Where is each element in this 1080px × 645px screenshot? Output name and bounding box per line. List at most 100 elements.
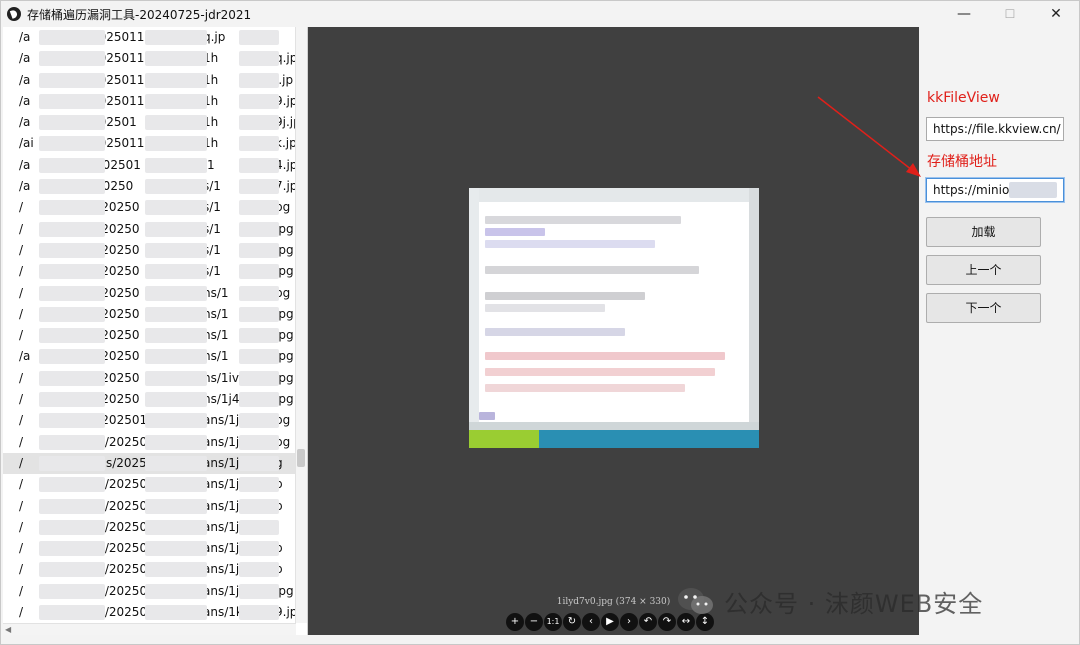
redaction-blur [145, 562, 207, 578]
file-list-item[interactable]: /a 2025011 1h 9.jp [3, 91, 307, 112]
redaction-blur [39, 413, 105, 429]
file-path-segment: /a [19, 93, 31, 108]
redaction-blur [39, 519, 105, 535]
redaction-blur [239, 136, 279, 152]
file-list-item[interactable]: / ns/2025011 ans/1ju [3, 517, 307, 538]
maximize-button[interactable]: ☐ [987, 1, 1033, 27]
file-list-item[interactable]: / s/20250 s/1 jpg [3, 240, 307, 261]
file-list-item[interactable]: /a s/20250 ns/1 jpg [3, 346, 307, 367]
redaction-blur [239, 455, 279, 471]
file-list-item[interactable]: / ns/2025011 ans/1jx jpg [3, 581, 307, 602]
bucket-url-input[interactable]: https://minio- [926, 178, 1064, 202]
settings-panel: kkFileView https://file.kkview.cn/ 存储桶地址… [919, 27, 1079, 635]
wechat-icon [678, 588, 713, 614]
file-list-item[interactable]: / ns/202501 ans/1jfu pg [3, 432, 307, 453]
horizontal-scrollbar[interactable]: ◀ [3, 623, 296, 635]
app-logo-icon [7, 7, 21, 21]
vertical-scrollbar[interactable] [295, 27, 307, 623]
watermark: 公众号 · 沫颜WEB安全 [676, 583, 983, 619]
file-path-segment: / [19, 498, 24, 513]
minimize-button[interactable]: — [941, 1, 987, 27]
redaction-blur [145, 519, 207, 535]
next-button[interactable]: 下一个 [926, 293, 1041, 323]
redaction-blur [39, 455, 105, 471]
file-list-item[interactable]: / s/20250 s/1 pg [3, 197, 307, 218]
file-list-item[interactable]: / s/20250 ns/1j4 jpg [3, 389, 307, 410]
redaction-blur [145, 413, 207, 429]
redaction-blur [239, 328, 279, 344]
file-list-item[interactable]: /a 202501 1h 9j.jp [3, 112, 307, 133]
redaction-blur [239, 93, 279, 109]
redaction-blur [145, 200, 207, 216]
title-bar[interactable]: 存储桶遍历漏洞工具-20240725-jdr2021 — ☐ ✕ [1, 1, 1079, 27]
file-path-segment: / [19, 370, 24, 385]
redaction-blur [39, 370, 105, 386]
redaction-blur [145, 583, 207, 599]
file-path-segment: ns/1iv [203, 370, 239, 385]
file-list-item[interactable]: /a 2025011 1h j.jp [3, 70, 307, 91]
file-list-item[interactable]: /ns/2025011ans/1jrvp [3, 496, 307, 517]
file-path-segment: / [19, 221, 24, 236]
play-icon[interactable]: ▶ [601, 613, 619, 631]
image-viewer[interactable]: 1ilyd7v0.jpg (374 × 330) + − 1:1 ↻ ‹ ▶ ›… [308, 27, 919, 635]
redaction-blur [145, 541, 207, 557]
kkfileview-url-input[interactable]: https://file.kkview.cn/ [926, 117, 1064, 141]
redaction-blur [39, 221, 105, 237]
bucket-url-label: 存储桶地址 [927, 154, 997, 170]
actual-size-icon[interactable]: 1:1 [544, 613, 562, 631]
redaction-blur [239, 541, 279, 557]
file-list-item[interactable]: / s/20250 ns/1iv jpg [3, 368, 307, 389]
rotate-right-icon[interactable]: ↷ [658, 613, 676, 631]
zoom-out-icon[interactable]: − [525, 613, 543, 631]
scrollbar-thumb[interactable] [297, 449, 305, 467]
prev-image-icon[interactable]: ‹ [582, 613, 600, 631]
window-controls: — ☐ ✕ [941, 1, 1079, 27]
redaction-blur [239, 179, 279, 195]
file-list-item[interactable]: /ans/2025011ans/1jlyg [3, 452, 307, 475]
file-list-item[interactable]: / s/20250 ns/1 pg [3, 283, 307, 304]
scroll-left-icon[interactable]: ◀ [5, 625, 11, 634]
zoom-in-icon[interactable]: + [506, 613, 524, 631]
redaction-blur [145, 136, 207, 152]
redaction-blur [239, 306, 279, 322]
redaction-blur [39, 93, 105, 109]
file-list-item[interactable]: /ns/2025011ans/1jnp [3, 474, 307, 495]
file-list-item[interactable]: / s/202501 ans/1jb pg [3, 410, 307, 431]
redaction-blur [239, 434, 279, 450]
reset-icon[interactable]: ↻ [563, 613, 581, 631]
file-list-item[interactable]: /ns/2025011ans/1jxp [3, 559, 307, 580]
file-list-item[interactable]: / s/20250 ns/1 jpg [3, 304, 307, 325]
prev-button[interactable]: 上一个 [926, 255, 1041, 285]
file-list-item[interactable]: /a/20250 s/1 7.jp [3, 176, 307, 197]
redaction-blur [39, 30, 105, 45]
file-list-item[interactable]: /a/202501/1 4.jp [3, 155, 307, 176]
file-list-item[interactable]: / s/20250 s/1 jpg [3, 219, 307, 240]
watermark-text: 公众号 · 沫颜WEB安全 [724, 589, 984, 618]
app-window: 存储桶遍历漏洞工具-20240725-jdr2021 — ☐ ✕ /a 20250… [0, 0, 1080, 645]
file-path-segment: / [19, 264, 24, 279]
next-image-icon[interactable]: › [620, 613, 638, 631]
file-list-item[interactable]: /a 2025011 q.jp [3, 27, 307, 48]
redaction-blur [239, 519, 279, 535]
redaction-blur [39, 179, 105, 195]
redaction-blur [239, 392, 279, 408]
file-list-item[interactable]: /a 2025011 1h q.jp [3, 48, 307, 69]
file-list-item[interactable]: /ns/2025011ans/1jwp [3, 538, 307, 559]
redaction-blur [39, 200, 105, 216]
file-list-item[interactable]: / ns/202501 ans/1k 9.jpg [3, 602, 307, 623]
redaction-blur [39, 434, 105, 450]
file-list-item[interactable]: / s/20250 ns/1 jpg [3, 325, 307, 346]
redaction-blur [239, 413, 279, 429]
rotate-left-icon[interactable]: ↶ [639, 613, 657, 631]
redaction-blur [239, 498, 279, 514]
file-list-item[interactable]: /ai 2025011 1h k.jp [3, 133, 307, 154]
close-button[interactable]: ✕ [1033, 1, 1079, 27]
file-path-segment: / [19, 605, 24, 620]
redaction-blur [39, 392, 105, 408]
file-list[interactable]: /a 2025011 q.jp/a 2025011 1h q.jp/a 2025011 1h j… [3, 27, 308, 635]
load-button[interactable]: 加载 [926, 217, 1041, 247]
redaction-blur [239, 221, 279, 237]
file-list-item[interactable]: / s/20250 s/1 jpg [3, 261, 307, 282]
redaction-blur [145, 157, 207, 173]
redaction-blur [145, 392, 207, 408]
